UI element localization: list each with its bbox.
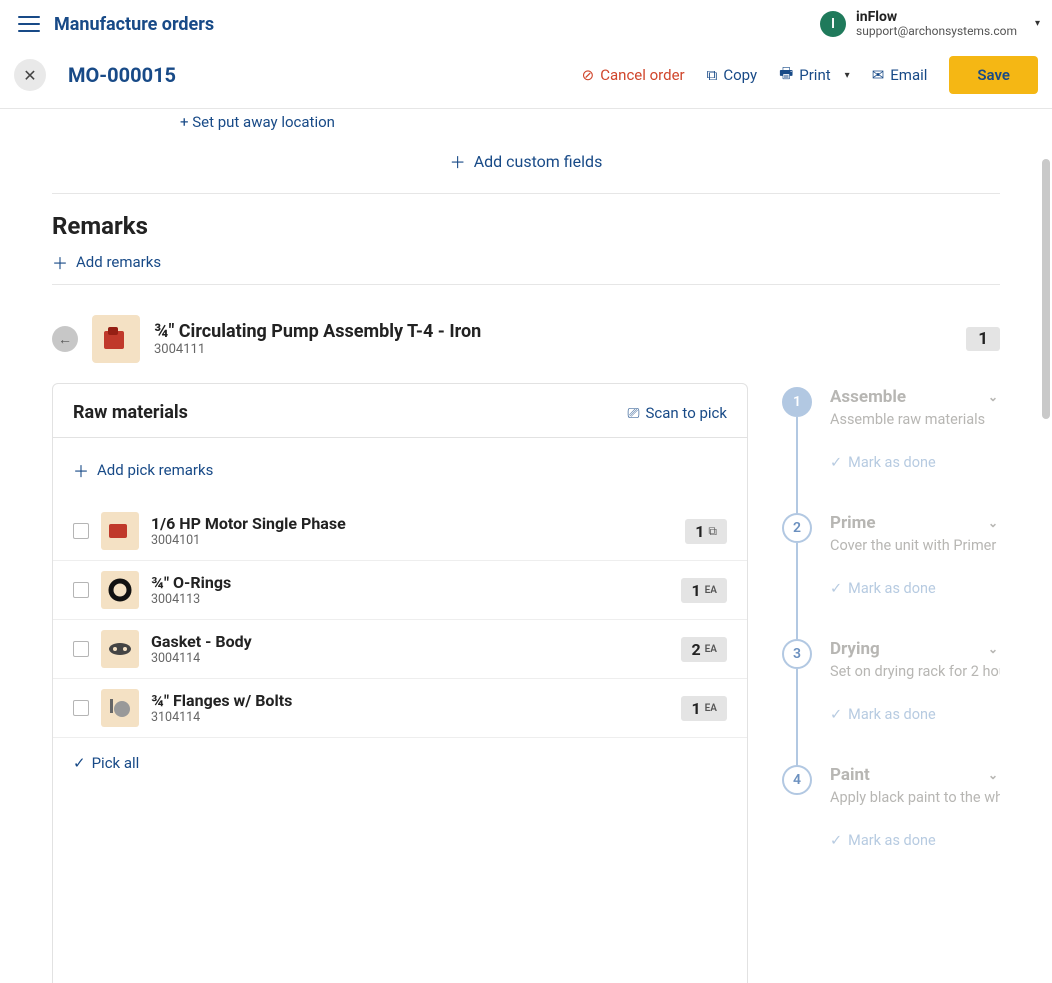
step-header[interactable]: Assemble⌄ [830,387,1000,407]
mark-done-button[interactable]: ✓Mark as done [830,580,1000,597]
step-number: 2 [782,513,812,543]
pick-checkbox[interactable] [73,582,89,598]
barcode-icon: ⎚ [628,404,640,422]
cancel-icon: ⊘ [582,66,595,84]
avatar: I [820,11,846,37]
material-row: Gasket - Body 3004114 2 EA [53,620,747,679]
chevron-down-icon: ⌄ [988,768,998,782]
raw-materials-heading: Raw materials [73,402,188,423]
copy-button[interactable]: ⧉ Copy [707,66,757,84]
email-button[interactable]: ✉ Email [872,66,928,84]
chevron-down-icon: ▾ [1035,18,1040,29]
product-header: ← ¾" Circulating Pump Assembly T-4 - Iro… [52,315,1000,363]
section-title: Manufacture orders [54,14,214,35]
material-name: 1/6 HP Motor Single Phase [151,514,673,533]
workflow-timeline: 1 Assemble⌄ Assemble raw materials ✓Mark… [768,383,1000,873]
material-row: ¾" O-Rings 3004113 1 EA [53,561,747,620]
check-icon: ✓ [830,706,842,723]
check-icon: ✓ [830,832,842,849]
pick-checkbox[interactable] [73,523,89,539]
account-email: support@archonsystems.com [856,25,1017,39]
hamburger-menu-icon[interactable] [18,16,40,32]
add-remarks-link[interactable]: ＋ Add remarks [52,246,1000,278]
material-thumbnail [101,689,139,727]
mark-done-button[interactable]: ✓Mark as done [830,832,1000,849]
remarks-heading: Remarks [52,212,1000,240]
set-put-away-link[interactable]: + Set put away location [180,109,1000,135]
product-qty: 1 [966,327,1000,351]
check-icon: ✓ [830,454,842,471]
mark-done-button[interactable]: ✓Mark as done [830,706,1000,723]
material-row: ¾" Flanges w/ Bolts 3104114 1 EA [53,679,747,738]
material-name: Gasket - Body [151,632,669,651]
print-button[interactable]: 🖶 Print ▾ [779,63,850,88]
back-button[interactable]: ← [52,326,78,352]
product-name: ¾" Circulating Pump Assembly T-4 - Iron [154,321,952,342]
chevron-down-icon: ▾ [845,70,850,81]
product-sku: 3004111 [154,342,952,357]
chevron-down-icon: ⌄ [988,390,998,404]
material-thumbnail [101,630,139,668]
material-qty: 2 EA [681,637,727,662]
material-qty: 1 EA [681,578,727,603]
step-number: 4 [782,765,812,795]
add-custom-fields-link[interactable]: ＋ Add custom fields [52,135,1000,187]
workflow-step: 3 Drying⌄ Set on drying rack for 2 hours… [782,639,1000,765]
material-sku: 3004101 [151,533,673,548]
print-icon: 🖶 [779,63,793,88]
material-sku: 3104114 [151,710,669,725]
plus-icon: ＋ [52,250,68,274]
check-icon: ✓ [830,580,842,597]
material-qty: 1 EA [681,696,727,721]
plus-icon: ＋ [450,149,466,173]
action-bar: ✕ MO-000015 ⊘ Cancel order ⧉ Copy 🖶 Prin… [0,48,1052,108]
material-row: 1/6 HP Motor Single Phase 3004101 1 ⧉ [53,502,747,561]
workflow-step: 2 Prime⌄ Cover the unit with Primer ✓Mar… [782,513,1000,639]
pick-checkbox[interactable] [73,641,89,657]
copy-icon[interactable]: ⧉ [708,524,717,539]
scrollbar[interactable] [1042,109,1050,983]
close-button[interactable]: ✕ [14,59,46,91]
account-menu[interactable]: I inFlow support@archonsystems.com ▾ [820,9,1040,39]
check-icon: ✓ [73,754,86,772]
material-sku: 3004114 [151,651,669,666]
step-header[interactable]: Paint⌄ [830,765,1000,785]
step-description: Cover the unit with Primer [830,537,1000,554]
account-name: inFlow [856,9,1017,25]
product-thumbnail [92,315,140,363]
workflow-step: 4 Paint⌄ Apply black paint to the whole … [782,765,1000,873]
material-thumbnail [101,512,139,550]
step-number: 3 [782,639,812,669]
order-id: MO-000015 [68,63,176,87]
pick-all-button[interactable]: ✓ Pick all [53,738,747,790]
email-icon: ✉ [872,66,885,84]
cancel-order-button[interactable]: ⊘ Cancel order [582,66,685,84]
step-description: Apply black paint to the whole unit [830,789,1000,806]
material-qty: 1 ⧉ [685,519,727,544]
chevron-down-icon: ⌄ [988,516,998,530]
chevron-down-icon: ⌄ [988,642,998,656]
step-number: 1 [782,387,812,417]
step-header[interactable]: Drying⌄ [830,639,1000,659]
material-sku: 3004113 [151,592,669,607]
material-thumbnail [101,571,139,609]
scan-to-pick-button[interactable]: ⎚ Scan to pick [628,404,728,422]
topbar: Manufacture orders I inFlow support@arch… [0,0,1052,48]
mark-done-button[interactable]: ✓Mark as done [830,454,1000,471]
copy-icon: ⧉ [707,66,718,84]
step-description: Assemble raw materials [830,411,1000,428]
plus-icon: ＋ [73,458,89,482]
pick-checkbox[interactable] [73,700,89,716]
save-button[interactable]: Save [949,56,1038,94]
add-pick-remarks-link[interactable]: ＋ Add pick remarks [73,454,727,486]
step-header[interactable]: Prime⌄ [830,513,1000,533]
step-description: Set on drying rack for 2 hours [830,663,1000,680]
workflow-step: 1 Assemble⌄ Assemble raw materials ✓Mark… [782,387,1000,513]
material-name: ¾" O-Rings [151,573,669,592]
raw-materials-card: Raw materials ⎚ Scan to pick ＋ Add pick … [52,383,748,983]
material-name: ¾" Flanges w/ Bolts [151,691,669,710]
